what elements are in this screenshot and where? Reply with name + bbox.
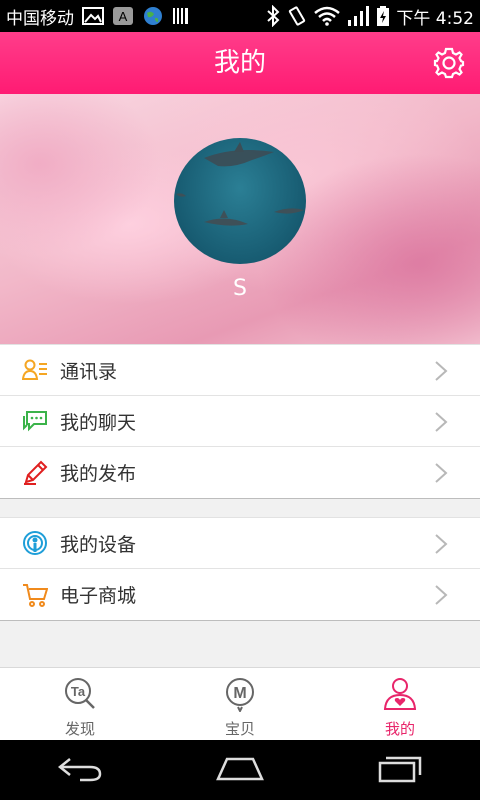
pencil-icon (22, 460, 48, 486)
globe-icon (142, 5, 164, 27)
bluetooth-icon (266, 5, 280, 27)
recent-apps-icon[interactable] (376, 753, 424, 787)
bottom-tab-bar: Ta 发现 M 宝贝 我的 (0, 667, 480, 740)
back-icon[interactable] (56, 753, 104, 787)
a-icon: A (112, 6, 134, 26)
tab-label: 发现 (64, 720, 95, 738)
chevron-right-icon (434, 533, 448, 555)
contacts-icon (22, 357, 48, 383)
page-title: 我的 (213, 48, 266, 78)
menu-item-label: 我的聊天 (60, 411, 137, 434)
discover-icon: Ta (62, 676, 98, 716)
home-icon[interactable] (215, 753, 265, 787)
menu-item-label: 我的设备 (60, 533, 137, 556)
svg-text:A: A (119, 9, 128, 24)
me-icon (382, 676, 418, 716)
profile-header: S (0, 94, 480, 344)
menu-item-label: 电子商城 (60, 585, 137, 607)
svg-text:Ta: Ta (71, 684, 86, 699)
chat-icon (22, 408, 48, 434)
clock: 下午 4:52 (396, 8, 474, 29)
avatar[interactable] (174, 138, 306, 264)
gear-icon[interactable] (432, 46, 466, 80)
chevron-right-icon (434, 462, 448, 484)
menu-item-e-mall[interactable]: 电子商城 (0, 569, 480, 620)
barcode-icon (172, 7, 190, 25)
menu-item-my-posts[interactable]: 我的发布 (0, 447, 480, 498)
chevron-right-icon (434, 584, 448, 606)
header: 我的 (0, 32, 480, 94)
device-icon (22, 530, 48, 556)
battery-icon (376, 5, 390, 27)
chevron-right-icon (434, 360, 448, 382)
menu-item-my-chats[interactable]: 我的聊天 (0, 396, 480, 447)
menu-item-my-devices[interactable]: 我的设备 (0, 518, 480, 569)
menu-group-personal: 通讯录 我的聊天 我的发布 (0, 344, 480, 499)
menu-item-contacts[interactable]: 通讯录 (0, 345, 480, 396)
cart-icon (22, 582, 48, 608)
tab-baby[interactable]: M 宝贝 (160, 668, 320, 740)
menu-item-label: 通讯录 (60, 360, 118, 383)
status-bar: 中国移动 A 下午 4:52 (0, 0, 480, 32)
baby-icon: M (222, 676, 258, 716)
username: S (233, 276, 247, 301)
wifi-icon (314, 6, 341, 26)
svg-text:M: M (233, 685, 246, 702)
menu-item-label: 我的发布 (60, 463, 137, 485)
menu-group-services: 我的设备 电子商城 (0, 517, 480, 621)
tab-me[interactable]: 我的 (320, 668, 480, 740)
signal-icon (346, 5, 370, 27)
tab-label: 宝贝 (224, 720, 255, 738)
tab-discover[interactable]: Ta 发现 (0, 668, 160, 740)
carrier-label: 中国移动 (6, 8, 74, 29)
tab-label: 我的 (384, 720, 415, 738)
vibrate-icon (286, 5, 308, 27)
chevron-right-icon (434, 411, 448, 433)
system-nav-bar (0, 740, 480, 800)
image-icon (82, 7, 104, 25)
